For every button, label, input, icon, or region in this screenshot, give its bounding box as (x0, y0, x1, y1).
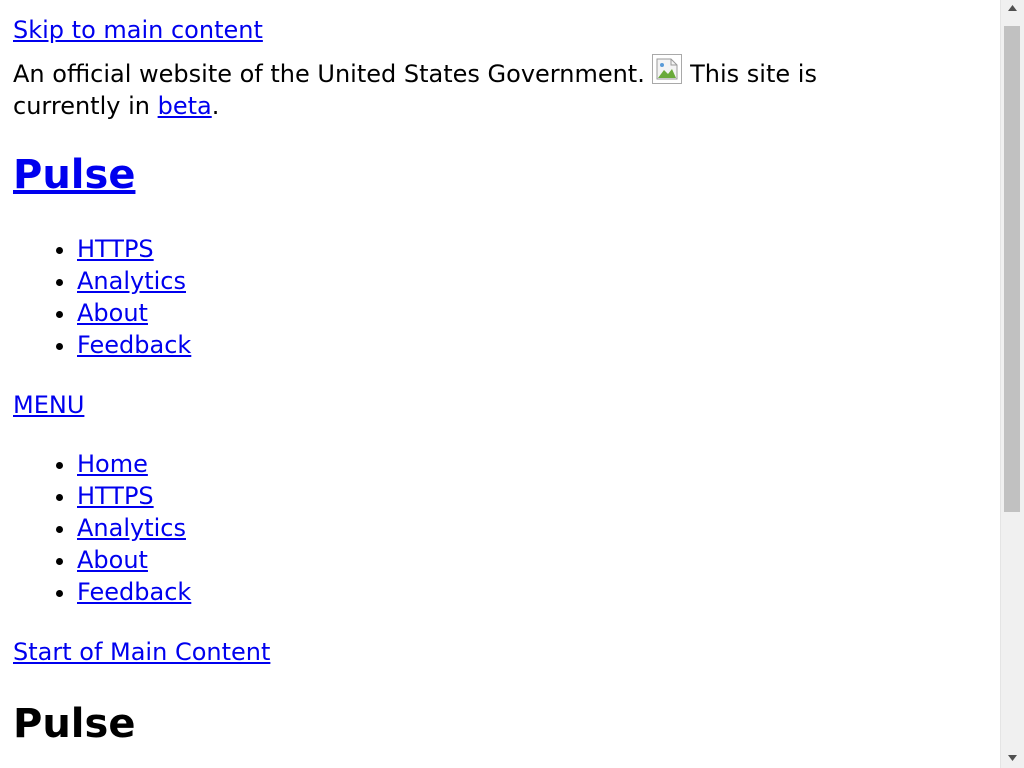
scroll-down-arrow-icon[interactable] (1001, 750, 1024, 768)
start-of-main-content-link[interactable]: Start of Main Content (13, 636, 270, 668)
primary-nav-item: Analytics (77, 265, 191, 297)
scroll-up-arrow-icon[interactable] (1001, 0, 1024, 18)
gov-banner-text: An official website of the United States… (13, 60, 645, 88)
primary-nav-link-about[interactable]: About (77, 299, 148, 327)
vertical-scrollbar[interactable] (1000, 0, 1024, 768)
site-title: Pulse (13, 151, 135, 199)
secondary-nav-item: HTTPS (77, 480, 191, 512)
primary-nav: HTTPS Analytics About Feedback (13, 233, 191, 361)
secondary-nav-link-analytics[interactable]: Analytics (77, 514, 186, 542)
secondary-nav-item: Feedback (77, 576, 191, 608)
secondary-nav-item: Analytics (77, 512, 191, 544)
page-heading: Pulse (13, 701, 136, 747)
menu-toggle-link[interactable]: MENU (13, 389, 84, 421)
secondary-nav-link-https[interactable]: HTTPS (77, 482, 154, 510)
secondary-nav-link-about[interactable]: About (77, 546, 148, 574)
site-title-link[interactable]: Pulse (13, 152, 135, 198)
primary-nav-item: About (77, 297, 191, 329)
secondary-nav: Home HTTPS Analytics About Feedback (13, 448, 191, 608)
skip-to-main-link[interactable]: Skip to main content (13, 14, 263, 46)
primary-nav-link-analytics[interactable]: Analytics (77, 267, 186, 295)
broken-image-icon (652, 54, 683, 84)
primary-nav-item: HTTPS (77, 233, 191, 265)
primary-nav-link-https[interactable]: HTTPS (77, 235, 154, 263)
beta-suffix: . (211, 92, 220, 120)
secondary-nav-link-feedback[interactable]: Feedback (77, 578, 191, 606)
beta-link[interactable]: beta (158, 92, 212, 120)
primary-nav-link-feedback[interactable]: Feedback (77, 331, 191, 359)
primary-nav-item: Feedback (77, 329, 191, 361)
secondary-nav-item: Home (77, 448, 191, 480)
gov-banner: An official website of the United States… (13, 54, 913, 122)
scrollbar-thumb[interactable] (1004, 26, 1020, 512)
secondary-nav-item: About (77, 544, 191, 576)
secondary-nav-link-home[interactable]: Home (77, 450, 148, 478)
